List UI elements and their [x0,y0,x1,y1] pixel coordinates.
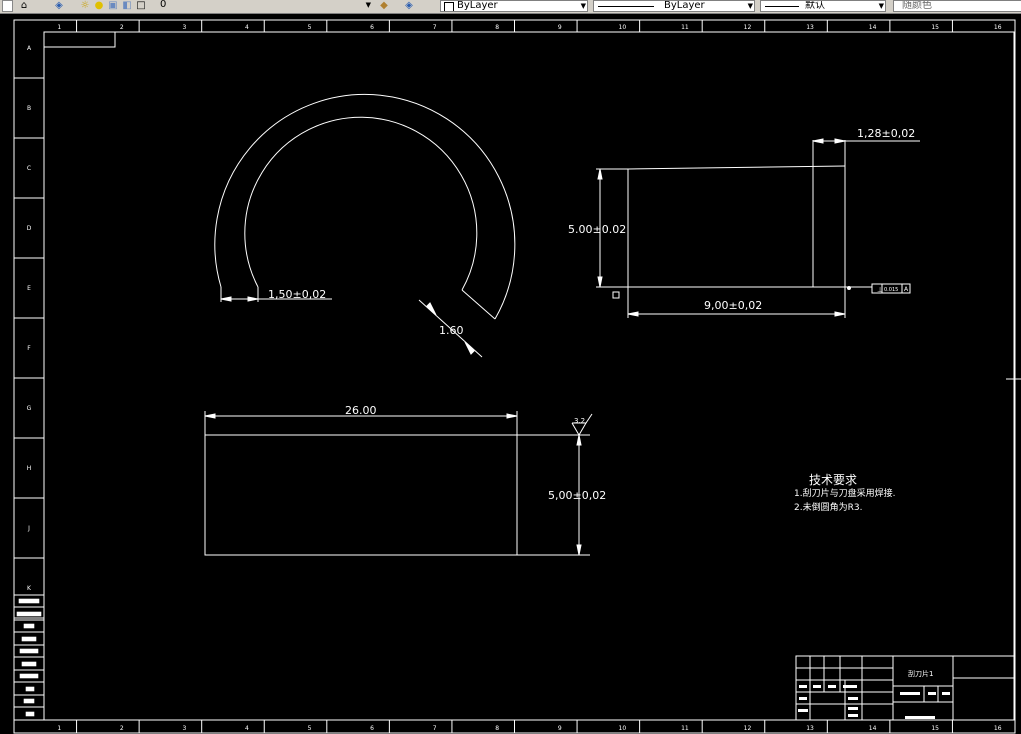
column-label: 2 [120,24,124,31]
column-label: 12 [744,725,752,732]
front-view [204,411,593,556]
column-label: 11 [681,725,689,732]
column-label: 8 [495,725,499,732]
column-label: 8 [495,24,499,31]
column-labels-top: 1 2 3 4 5 6 7 8 9 10 11 12 13 14 15 16 [57,24,1001,31]
tolerance-datum: A [904,286,909,293]
column-label: 9 [558,725,562,732]
dim-blade-thickness: 1,28±0,02 [857,127,915,140]
column-label: 3 [182,725,186,732]
column-label: 5 [308,24,312,31]
column-label: 16 [994,725,1002,732]
column-label: 6 [370,725,374,732]
column-label: 1 [57,24,61,31]
plotstyle-dropdown[interactable]: 随颜色 [893,0,1021,12]
color-value: ByLayer [457,0,498,11]
roughness-value: 3.2 [574,417,585,425]
column-label: 4 [245,24,249,31]
column-label: 5 [308,725,312,732]
column-labels-bottom: 1 2 3 4 5 6 7 8 9 10 11 12 13 14 15 16 [57,725,1001,732]
chevron-down-icon: ▼ [878,2,884,10]
bulb-icon[interactable]: ☼ [79,0,91,12]
column-label: 14 [869,24,877,31]
layer-previous-icon[interactable]: ◈ [403,0,415,12]
column-label: 11 [681,24,689,31]
column-label: 12 [744,24,752,31]
layer-color-icon[interactable]: □ [135,0,147,12]
chevron-down-icon: ▼ [580,2,586,10]
dim-arc-end-width: 1,50±0,02 [268,288,326,301]
linetype-sample [598,6,654,7]
dim-side-height: 5.00±0.02 [568,223,626,236]
lineweight-value: 默认 [805,0,825,11]
row-ruler [14,77,1015,619]
make-current-icon[interactable]: ◆ [378,0,390,12]
dim-front-width: 26.00 [345,404,377,417]
dim-arc-slot-width: 1.60 [439,324,464,337]
linetype-value: ByLayer [664,0,705,11]
technical-notes: 技术要求 1.刮刀片与刀盘采用焊接. 2.未倒圆角为R3. [794,473,895,513]
linetype-dropdown[interactable]: ByLayer ▼ [593,0,755,12]
layer-value: 0 [160,0,167,10]
column-label: 4 [245,725,249,732]
row-label: C [27,165,31,172]
notes-line-2: 2.未倒圆角为R3. [794,501,862,513]
color-box-icon[interactable]: ◧ [121,0,133,12]
row-label: G [27,405,32,412]
row-label: F [27,345,31,352]
drawing-canvas[interactable]: 1 2 3 4 5 6 7 8 9 10 11 12 13 14 15 16 1 2 3 4 5 6 7 8 9 10 11 12 1… [0,14,1021,734]
column-label: 1 [57,725,61,732]
column-label: 7 [433,24,437,31]
column-label: 13 [806,725,814,732]
column-label: 10 [619,725,627,732]
part-name: 刮刀片1 [908,669,933,678]
lineweight-dropdown[interactable]: 默认 ▼ [760,0,886,12]
arc-view [214,93,516,358]
column-label: 6 [370,24,374,31]
lineweight-sample [765,6,799,7]
row-label: E [27,285,31,292]
lock-icon[interactable]: ▣ [107,0,119,12]
column-label: 2 [120,725,124,732]
dim-front-height: 5,00±0,02 [548,489,606,502]
column-label: 14 [869,725,877,732]
column-label: 13 [806,24,814,31]
collapse-icon[interactable] [2,0,13,12]
column-label: 9 [558,24,562,31]
column-label: 15 [931,24,939,31]
chevron-down-icon: ▼ [365,1,371,9]
crosshair-cursor [1006,340,1021,420]
column-label: 16 [994,24,1002,31]
layer-dropdown[interactable]: 0 ▼ [148,0,372,12]
dim-side-width: 9,00±0,02 [704,299,762,312]
row-label: D [27,225,32,232]
color-dropdown[interactable]: ByLayer ▼ [440,0,588,12]
tolerance-symbol: ⊥ [877,286,883,294]
tolerance-value: 0.015 [884,287,898,293]
column-label: 3 [182,24,186,31]
plotstyle-value: 随颜色 [902,0,932,11]
notes-line-1: 1.刮刀片与刀盘采用焊接. [794,487,895,499]
side-view [596,138,920,318]
row-label: K [27,585,32,592]
sun-icon[interactable]: ● [93,0,105,12]
row-label: B [27,105,31,112]
color-swatch-icon [444,2,454,11]
revision-table [14,594,44,721]
column-label: 10 [619,24,627,31]
chevron-down-icon: ▼ [747,2,753,10]
title-block: 刮刀片1 [795,655,1015,721]
column-label: 15 [931,725,939,732]
row-label: H [27,465,32,472]
row-label: A [27,45,32,52]
row-label: J [27,525,30,532]
notes-title: 技术要求 [809,473,857,487]
properties-toolbar: ⌂ ◈ ☼ ● ▣ ◧ □ 0 ▼ ◆ ◈ ByLayer ▼ ByLayer … [0,0,1021,14]
column-label: 7 [433,725,437,732]
column-ruler [76,20,953,733]
layer-manager-icon[interactable]: ◈ [53,0,65,12]
home-icon[interactable]: ⌂ [18,0,30,12]
